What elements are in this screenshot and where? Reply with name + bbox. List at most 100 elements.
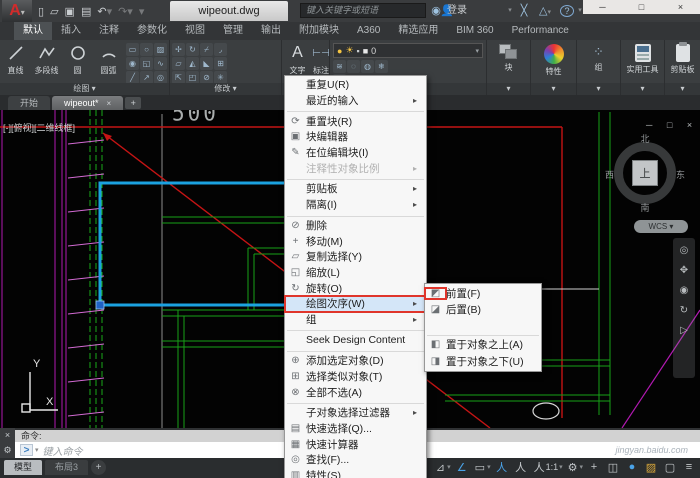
layer-off-icon[interactable]: ◌ — [347, 60, 360, 73]
clipboard-panel[interactable]: 剪贴板 ▾ — [665, 40, 700, 95]
signin-dropdown-icon[interactable]: ▾ — [505, 0, 515, 22]
rectangle-tool-icon[interactable]: ▭ — [126, 43, 139, 56]
annotation-monitor-icon[interactable]: ∠ — [456, 459, 470, 475]
autoscale-icon[interactable]: 人 — [515, 459, 529, 475]
context-menu-item[interactable]: 组 ▸ — [285, 312, 426, 328]
trim-tool-icon[interactable]: ⌿ — [200, 43, 213, 56]
customization-icon[interactable]: ≡ — [683, 459, 697, 475]
submenu-item[interactable]: ◪ 后置(B) ▸ — [425, 302, 541, 319]
chamfer-tool-icon[interactable]: ◣ — [200, 57, 213, 70]
save-icon[interactable]: ▣ — [65, 5, 75, 18]
design-feed-icon[interactable]: △▾ — [534, 0, 556, 22]
ribbon-tab[interactable]: A360 — [348, 22, 389, 40]
context-menu-item[interactable]: ⊞ 选择类似对象(T) ▸ — [285, 369, 426, 385]
app-logo[interactable]: A▾ — [2, 0, 32, 22]
hatch-tool-icon[interactable]: ▨ — [154, 43, 167, 56]
signin-label[interactable]: 登录 — [447, 0, 467, 22]
selection-cycling-icon[interactable]: ▭ ▾ — [475, 459, 491, 475]
properties-panel-expander[interactable]: ▾ — [531, 83, 576, 95]
context-menu-item[interactable]: ⊕ 添加选定对象(D) ▸ — [285, 353, 426, 369]
context-menu-item[interactable]: ▥ 特性(S) ▸ — [285, 468, 426, 478]
draw-tool-button[interactable]: 圆 — [62, 40, 93, 82]
ribbon-tab[interactable]: 插入 — [52, 22, 90, 40]
ellipse-tool-icon[interactable]: ○ — [140, 43, 153, 56]
file-tab-wipeout[interactable]: wipeout*× — [52, 96, 123, 110]
clean-screen-icon[interactable]: ▢ — [664, 459, 678, 475]
context-menu-item[interactable]: 隔离(I) ▸ — [285, 197, 426, 213]
tab-close-icon[interactable]: × — [107, 99, 112, 108]
draw-panel-label[interactable]: 绘图 ▾ — [0, 83, 169, 95]
qat-more-icon[interactable]: ▾ — [139, 5, 145, 18]
graphics-performance-icon[interactable]: ● — [626, 459, 640, 475]
context-menu-item[interactable]: ▣ 块编辑器 ▸ — [285, 129, 426, 145]
command-customize-wrench-icon[interactable]: ⚙ — [3, 445, 11, 456]
undo-icon[interactable]: ↶▾ — [97, 5, 112, 18]
context-menu-item[interactable]: ▱ 复制选择(Y) ▸ — [285, 249, 426, 265]
context-menu-item[interactable]: ✎ 在位编辑块(I) ▸ — [285, 145, 426, 161]
block-panel-expander[interactable]: ▾ — [487, 83, 530, 95]
context-menu-item[interactable]: ◱ 缩放(L) ▸ — [285, 265, 426, 281]
new-layout-button[interactable]: + — [91, 460, 106, 475]
annotation-scale-icon[interactable]: 人 1:1 ▾ — [534, 459, 563, 475]
open-file-icon[interactable]: ▱ — [50, 5, 58, 18]
ribbon-tab[interactable]: 管理 — [214, 22, 252, 40]
ribbon-tab[interactable]: 默认 — [14, 22, 52, 40]
rotate-tool-icon[interactable]: ↻ — [186, 43, 199, 56]
new-file-icon[interactable]: ▯ — [38, 5, 44, 18]
context-menu-item[interactable]: ↻ 旋转(O) ▸ — [285, 280, 426, 296]
layer-dropdown[interactable]: ● ☀ ▪ ■ 0 ▾ — [333, 43, 483, 58]
draw-tool-button[interactable]: 圆弧 — [93, 40, 124, 82]
plot-icon[interactable]: ▤ — [81, 5, 91, 18]
ribbon-tab[interactable]: BIM 360 — [447, 22, 502, 40]
model-tab[interactable]: 模型 — [4, 460, 42, 475]
copy-tool-icon[interactable]: ▱ — [172, 57, 185, 70]
ribbon-tab[interactable]: 输出 — [252, 22, 290, 40]
ribbon-tab[interactable]: 参数化 — [128, 22, 176, 40]
text-button[interactable]: A 文字 — [282, 40, 313, 76]
units-icon[interactable]: ▨ — [645, 459, 659, 475]
dimension-button[interactable]: ⊢⊣ 标注 — [313, 40, 329, 76]
new-drawing-tab-button[interactable]: + — [125, 97, 141, 109]
layer-properties-icon[interactable]: ≋ — [333, 60, 346, 73]
layer-isolate-icon[interactable]: ◍ — [361, 60, 374, 73]
group-panel[interactable]: ⁘ 组 ▾ — [577, 40, 621, 95]
annotation-plus-icon[interactable]: + — [588, 459, 602, 475]
close-button[interactable]: × — [661, 0, 700, 14]
viewcube-east-label[interactable]: 东 — [676, 168, 685, 181]
point-tool-icon[interactable]: ◉ — [126, 57, 139, 70]
maximize-button[interactable]: □ — [622, 0, 661, 14]
ribbon-tab[interactable]: 注释 — [90, 22, 128, 40]
zoom-icon[interactable]: ◉ — [680, 286, 689, 296]
context-menu-item[interactable]: 最近的输入 ▸ — [285, 93, 426, 109]
region-tool-icon[interactable]: ◱ — [140, 57, 153, 70]
file-tab-start[interactable]: 开始 — [8, 96, 50, 110]
annotation-visibility-icon[interactable]: 人 — [496, 459, 510, 475]
block-panel[interactable]: 块 ▾ — [487, 40, 531, 95]
orbit-icon[interactable]: ↻ — [680, 306, 688, 316]
context-menu-item[interactable]: ⟳ 重置块(R) ▸ — [285, 113, 426, 129]
ribbon-tab[interactable]: 附加模块 — [290, 22, 348, 40]
context-menu-item[interactable]: 重复U(R) ▸ — [285, 77, 426, 93]
context-menu-item[interactable]: 子对象选择过滤器 ▸ — [285, 405, 426, 421]
viewcube-north-label[interactable]: 北 — [606, 132, 684, 145]
mirror-tool-icon[interactable]: ◭ — [186, 57, 199, 70]
wcs-button[interactable]: WCS ▾ — [634, 220, 688, 233]
navigation-wheel-icon[interactable]: ◎ — [680, 246, 689, 256]
viewcube-west-label[interactable]: 西 — [605, 168, 614, 181]
fillet-tool-icon[interactable]: ◞ — [214, 43, 227, 56]
group-panel-expander[interactable]: ▾ — [577, 83, 620, 95]
help-icon[interactable]: ? — [560, 5, 574, 17]
context-menu-item[interactable]: + 移动(M) ▸ — [285, 233, 426, 249]
utilities-panel[interactable]: 实用工具 ▾ — [621, 40, 665, 95]
context-menu-item[interactable]: ▤ 快速选择(Q)... ▸ — [285, 421, 426, 437]
command-close-icon[interactable]: × — [5, 430, 10, 440]
submenu-item[interactable]: ◧ 置于对象之上(A) ▸ — [425, 337, 541, 354]
properties-panel[interactable]: 特性 ▾ — [531, 40, 577, 95]
draw-tool-button[interactable]: 多段线 — [31, 40, 62, 82]
viewcube-top-face[interactable]: 上 — [632, 160, 658, 186]
recent-commands-dropdown-icon[interactable]: ▾ — [35, 446, 39, 454]
layout3-tab[interactable]: 布局3 — [45, 460, 88, 475]
context-menu-item[interactable]: 绘图次序(W) ▸ — [285, 296, 426, 312]
context-menu-item[interactable]: Seek Design Content ▸ — [285, 332, 426, 348]
context-menu-item[interactable]: ◎ 查找(F)... ▸ — [285, 452, 426, 468]
